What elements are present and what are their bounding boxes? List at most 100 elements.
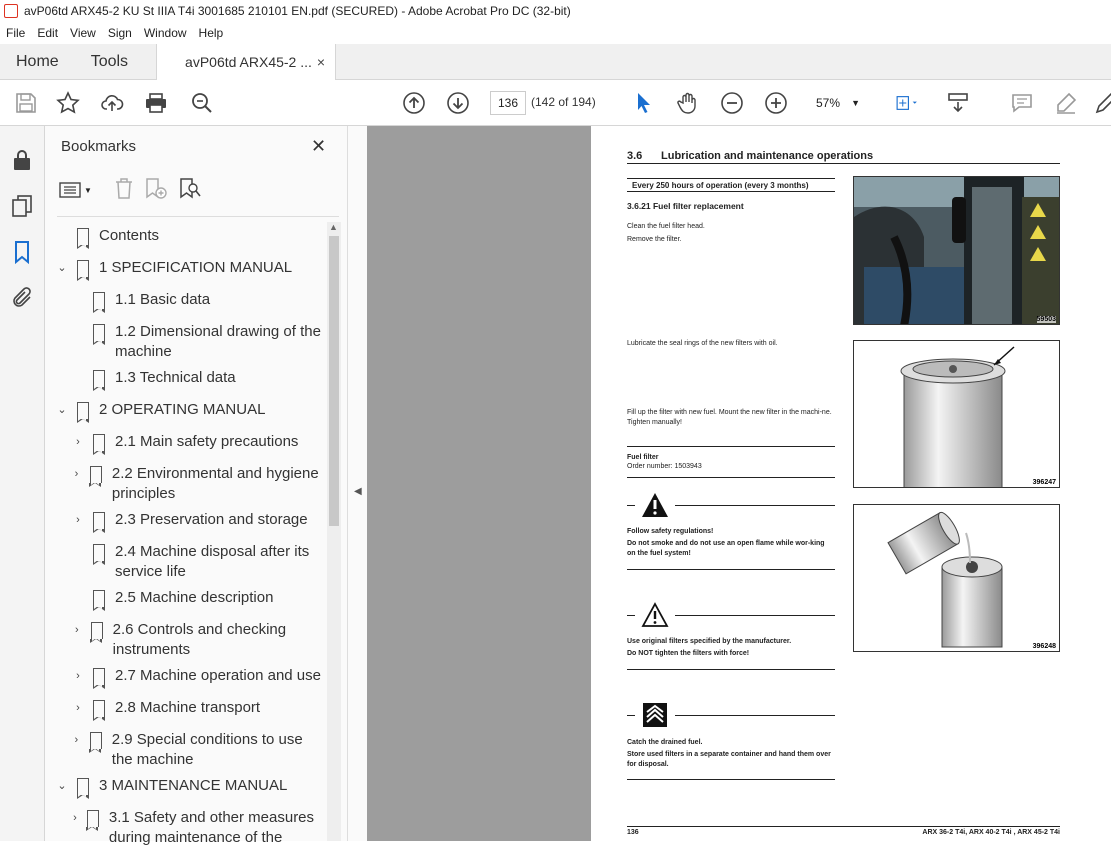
bookmark-item[interactable]: › 2.3 Preservation and storage xyxy=(71,510,325,533)
bookmark-item-icon xyxy=(92,434,105,455)
lock-icon[interactable] xyxy=(10,148,34,172)
chevron-right-icon[interactable]: › xyxy=(71,730,82,750)
zoom-level-select[interactable]: 57% ▼ xyxy=(810,91,866,115)
save-icon[interactable] xyxy=(14,91,38,115)
bookmark-icon[interactable] xyxy=(10,240,34,265)
chevron-down-icon[interactable]: ⌄ xyxy=(55,400,69,420)
bookmark-item[interactable]: 1.1 Basic data xyxy=(85,290,325,313)
warning-text: Do not smoke and do not use an open flam… xyxy=(627,540,825,557)
menu-file[interactable]: File xyxy=(0,26,31,40)
bookmark-item[interactable]: › 2.8 Machine transport xyxy=(71,698,325,721)
bookmark-item[interactable]: › 2.9 Special conditions to use the mach… xyxy=(71,730,325,770)
tab-document[interactable]: avP06td ARX45-2 ... × xyxy=(156,44,337,80)
scroll-mode-icon[interactable] xyxy=(946,91,970,115)
caution-triangle-icon xyxy=(641,602,669,633)
close-panel-icon[interactable]: ✕ xyxy=(311,136,326,157)
menu-view[interactable]: View xyxy=(64,26,102,40)
interval-box: Every 250 hours of operation (every 3 mo… xyxy=(627,178,835,192)
attachment-icon[interactable] xyxy=(10,286,34,310)
scrollbar-thumb[interactable] xyxy=(329,236,339,526)
previous-page-icon[interactable] xyxy=(402,91,426,115)
panel-splitter[interactable]: ◀ xyxy=(347,126,367,841)
divider xyxy=(675,615,835,616)
upload-cloud-icon[interactable] xyxy=(100,91,124,115)
bookmarks-scrollbar[interactable]: ▲ xyxy=(327,222,341,841)
chevron-right-icon[interactable]: › xyxy=(71,808,79,828)
zoom-in-icon[interactable] xyxy=(764,91,788,115)
menu-window[interactable]: Window xyxy=(138,26,193,40)
divider xyxy=(627,615,635,616)
chevron-right-icon[interactable]: › xyxy=(71,510,85,530)
engine-photo: 59503 xyxy=(853,176,1060,325)
bookmark-item[interactable]: › 2.1 Main safety precautions xyxy=(71,432,325,455)
bookmark-item-icon xyxy=(89,466,102,487)
scroll-up-icon[interactable]: ▲ xyxy=(329,222,338,232)
page-count: (142 of 194) xyxy=(531,95,596,109)
menu-sign[interactable]: Sign xyxy=(102,26,138,40)
chevron-down-icon: ▼ xyxy=(851,98,860,108)
main-toolbar: 136 (142 of 194) 57% ▼ xyxy=(0,80,1111,126)
footer-page-number: 136 xyxy=(627,829,639,836)
zoom-out-icon[interactable] xyxy=(720,91,744,115)
bookmark-label: 2 OPERATING MANUAL xyxy=(99,401,266,418)
bookmark-item[interactable]: ⌄ 3 MAINTENANCE MANUAL xyxy=(55,776,325,799)
bookmark-item-icon xyxy=(86,810,99,831)
bookmark-label: 3.1 Safety and other measures during mai… xyxy=(108,809,315,846)
chevron-down-icon[interactable]: ⌄ xyxy=(55,258,69,278)
collapse-panel-icon[interactable]: ◀ xyxy=(354,486,362,497)
window-title: avP06td ARX45-2 KU St IIIA T4i 3001685 2… xyxy=(24,4,571,18)
page-number-input[interactable]: 136 xyxy=(490,91,526,115)
bookmark-label: 2.8 Machine transport xyxy=(115,699,261,716)
panel-divider xyxy=(57,216,339,217)
bookmark-item-icon xyxy=(92,324,105,345)
bookmark-item[interactable]: › 3.1 Safety and other measures during m… xyxy=(71,808,325,848)
draw-pen-icon[interactable] xyxy=(1094,91,1111,115)
next-page-icon[interactable] xyxy=(446,91,470,115)
bookmark-label: 1.3 Technical data xyxy=(115,369,236,386)
tab-tools[interactable]: Tools xyxy=(75,44,144,80)
page-thumbnails-icon[interactable] xyxy=(10,194,34,218)
menu-edit[interactable]: Edit xyxy=(31,26,64,40)
star-icon[interactable] xyxy=(56,91,80,115)
bookmark-item[interactable]: › 2.2 Environmental and hygiene principl… xyxy=(71,464,325,504)
options-menu-icon[interactable]: ▼ xyxy=(59,181,92,199)
chevron-down-icon[interactable]: ⌄ xyxy=(55,776,69,796)
bookmark-item[interactable]: 1.2 Dimensional drawing of the machine xyxy=(85,322,325,362)
bookmark-item[interactable]: Contents xyxy=(69,226,325,249)
chevron-right-icon[interactable]: › xyxy=(71,620,83,640)
add-bookmark-icon[interactable] xyxy=(144,177,168,204)
bookmark-item[interactable]: 1.3 Technical data xyxy=(85,368,325,391)
bookmark-item[interactable]: 2.5 Machine description xyxy=(85,588,325,611)
chevron-right-icon[interactable]: › xyxy=(71,432,85,452)
chevron-right-icon[interactable]: › xyxy=(71,464,82,484)
zoom-search-icon[interactable] xyxy=(190,91,214,115)
bookmark-tree: Contents ⌄ 1 SPECIFICATION MANUAL 1.1 Ba… xyxy=(45,222,325,848)
footer-models: ARX 36-2 T4i, ARX 40-2 T4i , ARX 45-2 T4… xyxy=(922,829,1060,836)
section-heading: 3.6 Lubrication and maintenance operation… xyxy=(627,150,1060,164)
bookmark-item[interactable]: ⌄ 1 SPECIFICATION MANUAL xyxy=(55,258,325,281)
document-viewer[interactable]: 3.6 Lubrication and maintenance operation… xyxy=(367,126,1111,841)
delete-bookmark-icon[interactable] xyxy=(114,177,134,204)
bookmark-item[interactable]: › 2.7 Machine operation and use xyxy=(71,666,325,689)
bookmark-label: 1.1 Basic data xyxy=(115,291,211,308)
search-bookmark-icon[interactable] xyxy=(178,177,202,204)
tab-home[interactable]: Home xyxy=(0,44,75,80)
bookmark-item[interactable]: ⌄ 2 OPERATING MANUAL xyxy=(55,400,325,423)
select-cursor-icon[interactable] xyxy=(632,91,656,115)
close-icon[interactable]: × xyxy=(317,54,325,70)
chevron-right-icon[interactable]: › xyxy=(71,666,85,686)
bookmark-item-icon xyxy=(92,512,105,533)
fit-page-icon[interactable] xyxy=(890,91,924,115)
print-icon[interactable] xyxy=(144,91,168,115)
menu-help[interactable]: Help xyxy=(193,26,230,40)
hand-tool-icon[interactable] xyxy=(676,91,700,115)
bookmark-item[interactable]: 2.4 Machine disposal after its service l… xyxy=(85,542,325,582)
bookmark-item-icon xyxy=(90,622,103,643)
tab-bar: Home Tools avP06td ARX45-2 ... × xyxy=(0,44,1111,80)
bookmark-item[interactable]: › 2.6 Controls and checking instruments xyxy=(71,620,325,660)
divider xyxy=(627,477,835,478)
highlight-pen-icon[interactable] xyxy=(1054,91,1078,115)
chevron-right-icon[interactable]: › xyxy=(71,698,85,718)
bookmark-label: 2.7 Machine operation and use xyxy=(115,667,321,684)
comment-icon[interactable] xyxy=(1010,91,1034,115)
